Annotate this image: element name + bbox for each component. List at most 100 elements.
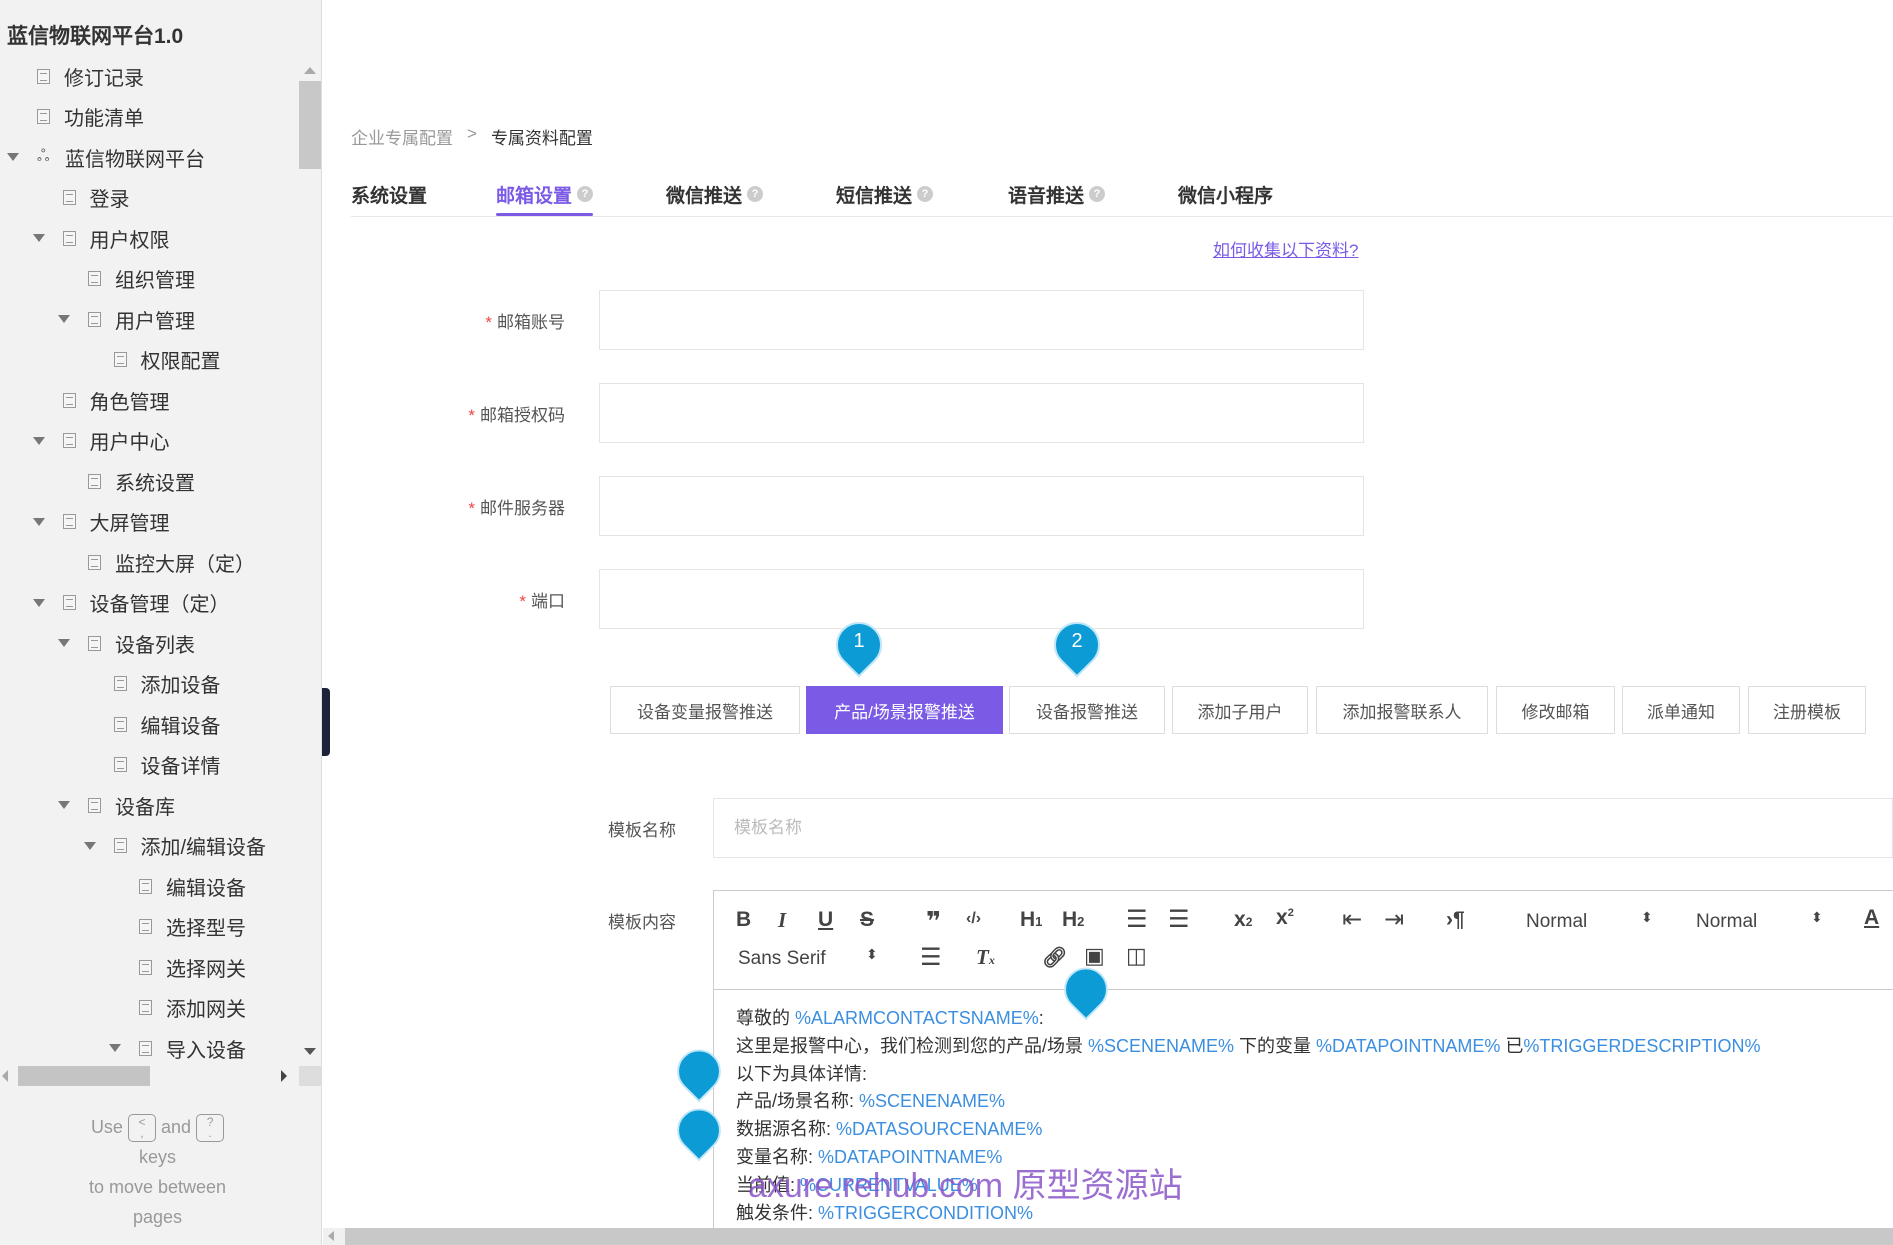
sidebar-item[interactable]: 添加/编辑设备 bbox=[83, 826, 266, 866]
video-icon[interactable]: ◫ bbox=[1126, 943, 1147, 969]
expand-arrow-icon[interactable] bbox=[58, 639, 70, 647]
editor-content[interactable]: 尊敬的 %ALARMCONTACTSNAME%: 这里是报警中心，我们检测到您的产… bbox=[736, 1005, 1760, 1227]
sidebar-item[interactable]: 角色管理 bbox=[62, 380, 170, 420]
sidebar-item[interactable]: 添加网关 bbox=[139, 988, 246, 1028]
help-icon[interactable]: ? bbox=[747, 186, 764, 202]
expand-arrow-icon[interactable] bbox=[32, 436, 45, 445]
scroll-left-icon[interactable] bbox=[2, 1070, 8, 1082]
template-button[interactable]: 添加报警联系人 bbox=[1316, 686, 1488, 734]
sidebar-item[interactable]: 用户权限 bbox=[32, 218, 170, 258]
bullet-list-icon[interactable]: ☰ bbox=[1168, 905, 1190, 934]
document-icon bbox=[139, 959, 152, 975]
sidebar-item[interactable]: 选择网关 bbox=[139, 947, 246, 987]
align-icon[interactable]: ☰ bbox=[920, 943, 942, 972]
expand-arrow-icon[interactable] bbox=[83, 841, 96, 850]
code-block-icon[interactable]: ‹/› bbox=[966, 910, 981, 928]
sidebar-item[interactable]: 编辑设备 bbox=[139, 866, 246, 906]
template-button[interactable]: 设备报警推送 bbox=[1009, 686, 1165, 734]
sidebar-item[interactable]: 添加设备 bbox=[113, 664, 221, 704]
sidebar-item[interactable]: 修订记录 bbox=[37, 56, 144, 96]
template-button[interactable]: 派单通知 bbox=[1622, 686, 1740, 734]
scroll-up-icon[interactable] bbox=[304, 67, 316, 74]
indent-icon[interactable]: ⇥ bbox=[1384, 905, 1404, 934]
sidebar-item[interactable]: 设备库 bbox=[58, 785, 175, 825]
tab-6[interactable]: 微信小程序 bbox=[1178, 174, 1273, 214]
help-link[interactable]: 如何收集以下资料? bbox=[1213, 236, 1358, 261]
sidebar-item[interactable]: 设备详情 bbox=[113, 745, 221, 785]
sidebar-item[interactable]: 组织管理 bbox=[88, 259, 195, 299]
select-arrows-icon: ⬍ bbox=[1641, 909, 1653, 925]
outdent-icon[interactable]: ⇤ bbox=[1342, 905, 1362, 934]
sidebar-vertical-scrollbar[interactable] bbox=[299, 62, 321, 1062]
rich-text-editor[interactable]: B I U S ❞ ‹/› H1 H2 ☰ ☰ x2 x2 ⇤ ⇥ ›¶ Nor… bbox=[713, 890, 1893, 1230]
template-button[interactable]: 注册模板 bbox=[1748, 686, 1866, 734]
size-select[interactable]: Normal ⬍ bbox=[1696, 909, 1823, 933]
breadcrumb-parent[interactable]: 企业专属配置 bbox=[351, 124, 453, 149]
header-select[interactable]: Normal ⬍ bbox=[1526, 909, 1653, 933]
text-direction-icon[interactable]: ›¶ bbox=[1446, 908, 1465, 932]
main-horizontal-scrollbar[interactable] bbox=[323, 1228, 1893, 1245]
ordered-list-icon[interactable]: ☰ bbox=[1126, 905, 1148, 934]
tab-2[interactable]: 邮箱设置? bbox=[496, 174, 594, 216]
italic-icon[interactable]: I bbox=[778, 908, 786, 933]
heading-1-icon[interactable]: H1 bbox=[1020, 908, 1042, 932]
sidebar-item[interactable]: 监控大屏（定） bbox=[88, 542, 255, 582]
superscript-icon[interactable]: x2 bbox=[1276, 906, 1294, 930]
help-icon[interactable]: ? bbox=[1089, 186, 1106, 202]
scroll-down-icon[interactable] bbox=[304, 1048, 316, 1055]
link-icon[interactable]: 🔗︎ bbox=[1042, 945, 1067, 970]
sidebar-item[interactable]: 导入设备 bbox=[109, 1028, 246, 1062]
scroll-left-icon[interactable] bbox=[328, 1231, 334, 1241]
sidebar-item[interactable]: 系统设置 bbox=[88, 461, 195, 501]
scrollbar-thumb[interactable] bbox=[18, 1066, 150, 1086]
expand-arrow-icon[interactable] bbox=[109, 1044, 121, 1052]
sidebar-item[interactable]: 登录 bbox=[62, 178, 130, 218]
scroll-right-icon[interactable] bbox=[281, 1070, 287, 1082]
font-select[interactable]: Sans Serif ⬍ bbox=[738, 946, 878, 970]
expand-arrow-icon[interactable] bbox=[32, 234, 45, 242]
clear-format-icon[interactable]: Tx bbox=[976, 945, 995, 970]
subscript-icon[interactable]: x2 bbox=[1234, 908, 1252, 932]
blockquote-icon[interactable]: ❞ bbox=[926, 906, 941, 937]
sidebar-item[interactable]: 用户中心 bbox=[32, 421, 170, 461]
expand-arrow-icon[interactable] bbox=[32, 598, 45, 607]
template-button[interactable]: 添加子用户 bbox=[1172, 686, 1308, 734]
help-icon[interactable]: ? bbox=[577, 186, 594, 202]
tab-1[interactable]: 系统设置 bbox=[351, 174, 427, 214]
sidebar-item[interactable]: 设备管理（定） bbox=[32, 583, 230, 623]
document-icon bbox=[62, 190, 76, 205]
tab-5[interactable]: 语音推送? bbox=[1008, 174, 1106, 214]
sidebar-horizontal-scrollbar[interactable] bbox=[0, 1066, 298, 1086]
expand-arrow-icon[interactable] bbox=[7, 153, 19, 161]
form-input[interactable] bbox=[599, 569, 1364, 629]
help-icon[interactable]: ? bbox=[917, 186, 934, 202]
template-button[interactable]: 修改邮箱 bbox=[1496, 686, 1615, 734]
strikethrough-icon[interactable]: S bbox=[860, 908, 874, 932]
sidebar-item[interactable]: 功能清单 bbox=[37, 97, 144, 137]
template-button[interactable]: 设备变量报警推送 bbox=[610, 686, 800, 734]
sidebar-item[interactable]: 设备列表 bbox=[58, 623, 195, 663]
sidebar-item[interactable]: 大屏管理 bbox=[32, 502, 170, 542]
sidebar-item[interactable]: 权限配置 bbox=[113, 340, 221, 380]
underline-icon[interactable]: U bbox=[818, 908, 833, 932]
bold-icon[interactable]: B bbox=[736, 908, 751, 932]
sidebar-item[interactable]: ஃ 蓝信物联网平台 bbox=[7, 137, 205, 177]
expand-arrow-icon[interactable] bbox=[32, 517, 45, 526]
tab-4[interactable]: 短信推送? bbox=[836, 174, 934, 214]
template-name-input[interactable] bbox=[713, 798, 1893, 858]
form-input[interactable] bbox=[599, 290, 1364, 350]
form-input[interactable] bbox=[599, 383, 1364, 443]
tab-3[interactable]: 微信推送? bbox=[666, 174, 764, 214]
image-icon[interactable]: ▣ bbox=[1084, 943, 1105, 969]
expand-arrow-icon[interactable] bbox=[58, 315, 70, 323]
sidebar-item[interactable]: 用户管理 bbox=[58, 299, 195, 339]
expand-arrow-icon[interactable] bbox=[58, 801, 70, 809]
select-arrows-icon: ⬍ bbox=[1811, 909, 1823, 925]
form-input[interactable] bbox=[599, 476, 1364, 536]
sidebar-item[interactable]: 编辑设备 bbox=[113, 704, 221, 744]
sidebar-item[interactable]: 选择型号 bbox=[139, 907, 246, 947]
template-button[interactable]: 产品/场景报警推送 bbox=[806, 686, 1003, 734]
heading-2-icon[interactable]: H2 bbox=[1062, 908, 1084, 932]
scrollbar-thumb[interactable] bbox=[299, 81, 321, 169]
text-color-icon[interactable]: A bbox=[1864, 906, 1879, 930]
